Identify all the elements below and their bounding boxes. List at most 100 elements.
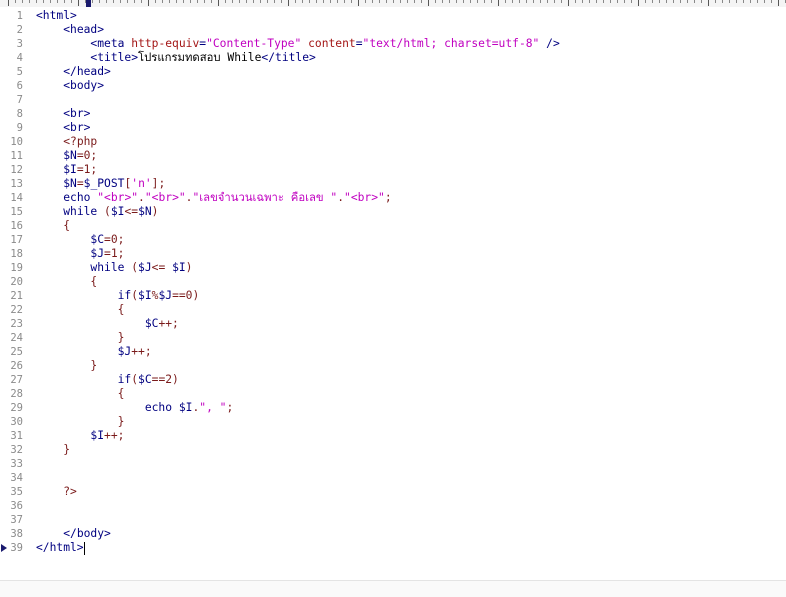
code-line[interactable]: 22 { <box>0 303 786 317</box>
line-number: 13 <box>10 178 23 190</box>
line-number: 21 <box>10 290 23 302</box>
code-line[interactable]: 11 $N=0; <box>0 149 786 163</box>
code-token: $I <box>178 401 193 414</box>
line-number: 23 <box>10 318 23 330</box>
ruler-tick <box>435 0 436 3</box>
code-line[interactable]: 33 <box>0 457 786 471</box>
code-line[interactable]: 36 <box>0 499 786 513</box>
ruler-tick <box>176 0 177 3</box>
ruler-tick <box>253 0 254 3</box>
ruler-tick <box>141 0 142 3</box>
code-line[interactable]: 12 $I=1; <box>0 163 786 177</box>
code-line[interactable]: 8 <br> <box>0 107 786 121</box>
code-line[interactable]: 2 <head> <box>0 23 786 37</box>
line-code: } <box>36 359 97 373</box>
code-line[interactable]: 26 } <box>0 359 786 373</box>
code-line[interactable]: 21 if($I%$J==0) <box>0 289 786 303</box>
line-code: </body> <box>36 527 111 541</box>
code-line[interactable]: 24 } <box>0 331 786 345</box>
code-token: โปรแกรมทดสอบ While <box>138 51 262 64</box>
code-line[interactable]: 18 $J=1; <box>0 247 786 261</box>
code-line[interactable]: 23 $C++; <box>0 317 786 331</box>
code-token: $N <box>63 177 77 190</box>
ruler-tick <box>183 0 184 3</box>
line-number: 34 <box>10 472 23 484</box>
code-token: $N <box>138 205 152 218</box>
code-line[interactable]: 38 </body> <box>0 527 786 541</box>
code-line[interactable]: 6 <body> <box>0 79 786 93</box>
line-code: <html> <box>36 9 77 23</box>
line-code: echo "<br>"."<br>"."เลขจำนวนเฉพาะ คือเลข… <box>36 191 391 205</box>
ruler-tick <box>78 0 79 6</box>
code-line[interactable]: 39 </html> <box>0 541 786 555</box>
ruler-tick <box>99 0 100 3</box>
ruler-tick <box>631 0 632 3</box>
ruler-caret-marker[interactable] <box>86 0 91 7</box>
code-line[interactable]: 37 <box>0 513 786 527</box>
code-line[interactable]: 28 { <box>0 387 786 401</box>
code-line[interactable]: 15 while ($I<=$N) <box>0 205 786 219</box>
line-code: <meta http-equiv="Content-Type" content=… <box>36 37 559 51</box>
code-token: ++; <box>158 317 179 330</box>
code-line[interactable]: 3 <meta http-equiv = "Content-Type" conten… <box>0 37 786 51</box>
ruler-tick <box>638 0 639 6</box>
ruler-tick <box>477 0 478 3</box>
ruler-tick <box>288 0 289 6</box>
code-line[interactable]: 4 <title>โปรแกรมทดสอบ While</title> <box>0 51 786 65</box>
ruler-tick <box>624 0 625 3</box>
line-number: 2 <box>16 24 23 36</box>
ruler-tick <box>701 0 702 3</box>
code-line[interactable]: 10 <?php <box>0 135 786 149</box>
ruler-tick <box>463 0 464 3</box>
line-code: <body> <box>36 79 104 93</box>
line-number: 31 <box>10 430 23 442</box>
code-line[interactable]: 9 <br> <box>0 121 786 135</box>
code-token: $I <box>90 429 105 442</box>
code-token: "text/html; charset=utf-8" <box>362 37 540 50</box>
code-token: . <box>138 191 145 204</box>
code-line[interactable]: 1 <html> <box>0 9 786 23</box>
code-line[interactable]: 25 $J++; <box>0 345 786 359</box>
ruler-tick <box>680 0 681 3</box>
ruler-tick <box>750 0 751 3</box>
code-line[interactable]: 34 <box>0 471 786 485</box>
line-code: $I=1; <box>36 163 97 177</box>
code-line[interactable]: 32 } <box>0 443 786 457</box>
code-line[interactable]: 20 { <box>0 275 786 289</box>
ruler-tick <box>505 0 506 3</box>
code-line[interactable]: 17 $C=0; <box>0 233 786 247</box>
ruler-tick <box>715 0 716 3</box>
line-number: 17 <box>10 234 23 246</box>
code-token: <br> <box>63 121 91 134</box>
code-line[interactable]: 5 </head> <box>0 65 786 79</box>
code-token: =0; <box>76 149 98 162</box>
code-line[interactable]: 13 $N=$_POST['n']; <box>0 177 786 191</box>
ruler-tick <box>162 0 163 3</box>
code-line[interactable]: 14 echo "<br>"."<br>"."เลขจำนวนเฉพาะ คือ… <box>0 191 786 205</box>
code-line[interactable]: 29 echo $I.", "; <box>0 401 786 415</box>
code-line[interactable]: 35 ?> <box>0 485 786 499</box>
code-line[interactable]: 31 $I++; <box>0 429 786 443</box>
code-line[interactable]: 30 } <box>0 415 786 429</box>
code-token: "<br>" <box>97 191 139 204</box>
ruler-tick <box>400 0 401 3</box>
code-editor[interactable]: 1 <html> 2 <head> 3 <meta http-equiv="Conte… <box>0 7 786 580</box>
code-line[interactable]: 27 if($C==2) <box>0 373 786 387</box>
code-line[interactable]: 7 <box>0 93 786 107</box>
ruler-tick <box>442 0 443 3</box>
code-line[interactable]: 19 while ($J<= $I) <box>0 261 786 275</box>
code-line[interactable]: 16 { <box>0 219 786 233</box>
ruler-tick <box>652 0 653 3</box>
ruler-tick <box>778 0 779 6</box>
code-token: <title> <box>90 51 139 64</box>
code-token: <body> <box>63 79 105 92</box>
code-token: <head> <box>63 23 105 36</box>
ruler-tick <box>379 0 380 3</box>
code-token: } <box>117 331 125 344</box>
